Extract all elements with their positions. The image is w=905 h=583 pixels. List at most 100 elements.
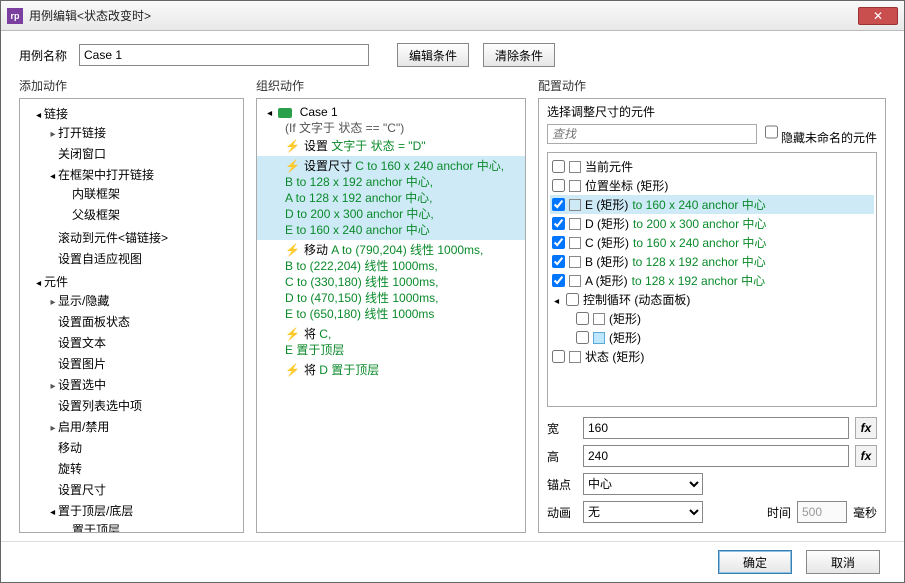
tree-caret[interactable] bbox=[48, 294, 58, 308]
dialog-footer: 确定 取消 bbox=[1, 541, 904, 582]
height-input[interactable] bbox=[583, 445, 849, 467]
list-item: A (矩形) to 128 x 192 anchor 中心 bbox=[550, 271, 874, 290]
action-set-text[interactable]: ⚡设置 文字于 状态 = "D" bbox=[257, 136, 525, 156]
anchor-select[interactable]: 中心 bbox=[583, 473, 703, 495]
tree-parent-frame[interactable]: 父级框架 bbox=[72, 208, 120, 222]
tree-list-selected[interactable]: 设置列表选中项 bbox=[58, 399, 142, 413]
action-move[interactable]: ⚡移动 A to (790,204) 线性 1000ms, B to (222,… bbox=[257, 240, 525, 324]
add-actions-header: 添加动作 bbox=[19, 77, 244, 94]
ok-button[interactable]: 确定 bbox=[718, 550, 792, 574]
tree-inline-frame[interactable]: 内联框架 bbox=[72, 187, 120, 201]
action-bring-front-1[interactable]: ⚡将 C, E 置于顶层 bbox=[257, 324, 525, 360]
tree-open-link[interactable]: 打开链接 bbox=[58, 126, 106, 140]
tree-caret[interactable] bbox=[48, 420, 58, 434]
width-input[interactable] bbox=[583, 417, 849, 439]
tree-caret[interactable] bbox=[34, 107, 44, 121]
tree-rotate[interactable]: 旋转 bbox=[58, 462, 82, 476]
tree-caret[interactable] bbox=[552, 293, 562, 307]
tree-caret[interactable] bbox=[48, 378, 58, 392]
item-checkbox[interactable] bbox=[552, 179, 565, 192]
list-item: 当前元件 bbox=[550, 157, 874, 176]
shape-icon bbox=[593, 313, 605, 325]
list-item: D (矩形) to 200 x 300 anchor 中心 bbox=[550, 214, 874, 233]
time-input bbox=[797, 501, 847, 523]
titlebar: rp 用例编辑<状态改变时> ✕ bbox=[1, 1, 904, 31]
item-checkbox[interactable] bbox=[552, 198, 565, 211]
item-checkbox[interactable] bbox=[552, 350, 565, 363]
anchor-label: 锚点 bbox=[547, 476, 577, 493]
tree-caret[interactable] bbox=[265, 105, 275, 119]
list-item: 位置坐标 (矩形) bbox=[550, 176, 874, 195]
case-node[interactable]: Case 1 bbox=[300, 105, 338, 119]
shape-icon bbox=[569, 237, 581, 249]
case-icon bbox=[278, 108, 292, 118]
shape-icon bbox=[569, 180, 581, 192]
item-checkbox[interactable] bbox=[552, 274, 565, 287]
bolt-icon: ⚡ bbox=[285, 327, 300, 341]
fx-button[interactable]: fx bbox=[855, 417, 877, 439]
size-form: 宽 fx 高 fx 锚点 中心 动画 无 时间 bbox=[539, 407, 885, 523]
time-label: 时间 bbox=[767, 504, 791, 521]
shape-icon bbox=[569, 218, 581, 230]
bolt-icon: ⚡ bbox=[285, 159, 300, 173]
item-checkbox[interactable] bbox=[552, 255, 565, 268]
add-actions-tree[interactable]: 链接 打开链接 关闭窗口 在框架中打开链接 内联框架 父级框架 滚动到元件<锚链… bbox=[19, 98, 244, 533]
action-bring-front-2[interactable]: ⚡将 D 置于顶层 bbox=[257, 360, 525, 380]
list-item: (矩形) bbox=[550, 309, 874, 328]
clear-condition-button[interactable]: 清除条件 bbox=[483, 43, 555, 67]
edit-condition-button[interactable]: 编辑条件 bbox=[397, 43, 469, 67]
anim-select[interactable]: 无 bbox=[583, 501, 703, 523]
fx-button[interactable]: fx bbox=[855, 445, 877, 467]
widget-list[interactable]: 当前元件 位置坐标 (矩形) E (矩形) to 160 x 240 ancho… bbox=[547, 152, 877, 407]
cancel-button[interactable]: 取消 bbox=[806, 550, 880, 574]
item-checkbox[interactable] bbox=[552, 236, 565, 249]
tree-move[interactable]: 移动 bbox=[58, 441, 82, 455]
configure-panel: 选择调整尺寸的元件 隐藏未命名的元件 当前元件 位置坐标 (矩形) E (矩形)… bbox=[538, 98, 886, 533]
close-button[interactable]: ✕ bbox=[858, 7, 898, 25]
case-name-input[interactable] bbox=[79, 44, 369, 66]
tree-enable-disable[interactable]: 启用/禁用 bbox=[58, 420, 109, 434]
shape-icon bbox=[569, 161, 581, 173]
tree-scroll-anchor[interactable]: 滚动到元件<锚链接> bbox=[58, 231, 168, 245]
tree-open-in-frame[interactable]: 在框架中打开链接 bbox=[58, 168, 154, 182]
shape-icon bbox=[569, 275, 581, 287]
tree-panel-state[interactable]: 设置面板状态 bbox=[58, 315, 130, 329]
tree-set-selected[interactable]: 设置选中 bbox=[58, 378, 106, 392]
item-checkbox[interactable] bbox=[576, 331, 589, 344]
hide-unnamed-toggle[interactable]: 隐藏未命名的元件 bbox=[765, 122, 877, 146]
tree-caret[interactable] bbox=[48, 168, 58, 182]
app-icon: rp bbox=[7, 8, 23, 24]
organize-actions-panel[interactable]: Case 1 (If 文字于 状态 == "C") ⚡设置 文字于 状态 = "… bbox=[256, 98, 526, 533]
case-condition: (If 文字于 状态 == "C") bbox=[257, 119, 525, 136]
list-item: (矩形) bbox=[550, 328, 874, 347]
search-input[interactable] bbox=[547, 124, 757, 144]
item-checkbox[interactable] bbox=[576, 312, 589, 325]
shape-icon bbox=[569, 256, 581, 268]
tree-adaptive-view[interactable]: 设置自适应视图 bbox=[58, 252, 142, 266]
tree-set-text[interactable]: 设置文本 bbox=[58, 336, 106, 350]
select-widgets-label: 选择调整尺寸的元件 bbox=[539, 99, 885, 122]
tree-zorder[interactable]: 置于顶层/底层 bbox=[58, 504, 133, 518]
case-name-label: 用例名称 bbox=[19, 47, 67, 64]
bolt-icon: ⚡ bbox=[285, 139, 300, 153]
action-set-size[interactable]: ⚡设置尺寸 C to 160 x 240 anchor 中心, B to 128… bbox=[257, 156, 525, 240]
bolt-icon: ⚡ bbox=[285, 243, 300, 257]
tree-caret[interactable] bbox=[48, 126, 58, 140]
shape-icon bbox=[593, 332, 605, 344]
tree-widgets[interactable]: 元件 bbox=[44, 275, 68, 289]
tree-bring-front[interactable]: 置于顶层 bbox=[72, 523, 120, 533]
tree-set-image[interactable]: 设置图片 bbox=[58, 357, 106, 371]
tree-close-window[interactable]: 关闭窗口 bbox=[58, 147, 106, 161]
item-checkbox[interactable] bbox=[566, 293, 579, 306]
tree-caret[interactable] bbox=[34, 275, 44, 289]
list-item: E (矩形) to 160 x 240 anchor 中心 bbox=[550, 195, 874, 214]
tree-caret[interactable] bbox=[48, 504, 58, 518]
tree-show-hide[interactable]: 显示/隐藏 bbox=[58, 294, 109, 308]
anim-label: 动画 bbox=[547, 504, 577, 521]
item-checkbox[interactable] bbox=[552, 160, 565, 173]
tree-links[interactable]: 链接 bbox=[44, 107, 68, 121]
configure-actions-header: 配置动作 bbox=[538, 77, 886, 94]
item-checkbox[interactable] bbox=[552, 217, 565, 230]
tree-set-size[interactable]: 设置尺寸 bbox=[58, 483, 106, 497]
list-item: C (矩形) to 160 x 240 anchor 中心 bbox=[550, 233, 874, 252]
